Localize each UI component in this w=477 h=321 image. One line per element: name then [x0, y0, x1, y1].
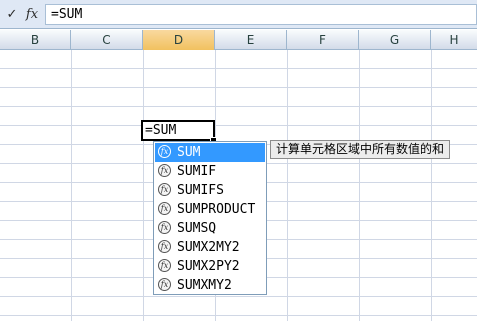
autocomplete-item-label: SUMX2MY2: [177, 240, 240, 255]
column-header-f[interactable]: F: [287, 30, 359, 50]
formula-bar: ✓ fx =SUM: [0, 0, 477, 29]
autocomplete-item[interactable]: fx SUMIFS: [155, 181, 265, 200]
function-autocomplete-list: fx SUM fx SUMIF fx SUMIFS fx SUMPRODUCT …: [153, 141, 267, 295]
function-icon: fx: [158, 202, 171, 215]
function-icon: fx: [158, 164, 171, 177]
function-icon: fx: [158, 221, 171, 234]
column-header-e[interactable]: E: [215, 30, 287, 50]
autocomplete-item-label: SUMXMY2: [177, 278, 232, 293]
autocomplete-item[interactable]: fx SUMXMY2: [155, 276, 265, 295]
formula-input[interactable]: =SUM: [45, 4, 477, 25]
function-icon: fx: [158, 259, 171, 272]
autocomplete-item-label: SUMIFS: [177, 183, 224, 198]
column-header-g[interactable]: G: [359, 30, 431, 50]
autocomplete-item-label: SUMIF: [177, 164, 217, 179]
column-header-h[interactable]: H: [431, 30, 477, 50]
function-icon: fx: [158, 145, 171, 158]
function-description-tooltip: 计算单元格区域中所有数值的和: [270, 140, 451, 159]
function-icon: fx: [158, 240, 171, 253]
function-icon: fx: [158, 183, 171, 196]
active-cell[interactable]: =SUM: [141, 120, 215, 141]
insert-function-fx-icon[interactable]: fx: [22, 6, 42, 24]
autocomplete-item[interactable]: fx SUMX2MY2: [155, 238, 265, 257]
autocomplete-item[interactable]: fx SUMSQ: [155, 219, 265, 238]
column-header-b[interactable]: B: [0, 30, 71, 50]
autocomplete-item[interactable]: fx SUMPRODUCT: [155, 200, 265, 219]
column-header-c[interactable]: C: [71, 30, 143, 50]
enter-check-icon[interactable]: ✓: [2, 6, 22, 24]
autocomplete-item-label: SUM: [177, 145, 201, 160]
autocomplete-item[interactable]: fx SUM: [155, 143, 265, 162]
autocomplete-item-label: SUMPRODUCT: [177, 202, 256, 217]
function-icon: fx: [158, 278, 171, 291]
autocomplete-item[interactable]: fx SUMIF: [155, 162, 265, 181]
autocomplete-item-label: SUMSQ: [177, 221, 217, 236]
column-headers: B C D E F G H: [0, 30, 477, 50]
column-header-d[interactable]: D: [143, 30, 215, 50]
autocomplete-item-label: SUMX2PY2: [177, 259, 240, 274]
autocomplete-item[interactable]: fx SUMX2PY2: [155, 257, 265, 276]
